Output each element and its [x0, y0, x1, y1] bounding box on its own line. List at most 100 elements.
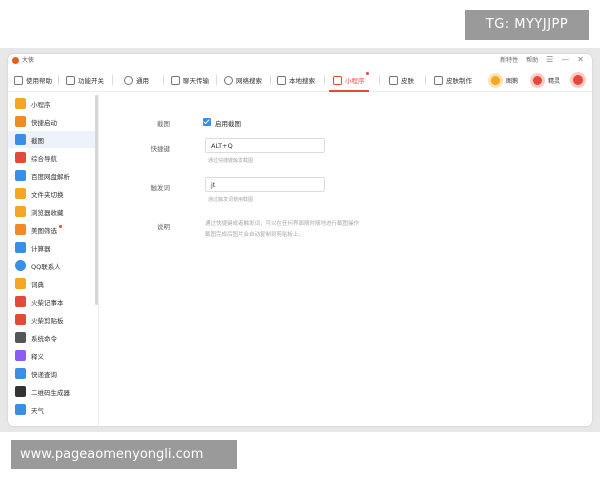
qq-icon — [15, 260, 26, 271]
hotkey-label: 快捷键 — [150, 145, 171, 153]
mini-program-icon — [15, 98, 26, 109]
tab-label: 功能开关 — [78, 77, 104, 85]
app-logo-icon — [12, 57, 19, 64]
tab-divider — [324, 75, 325, 85]
tab-mini-programs[interactable]: 小程序 — [329, 70, 369, 92]
sidebar-item-label: 释义 — [31, 352, 44, 361]
keyword-label: 触发词 — [150, 184, 171, 192]
calculator-icon — [15, 242, 26, 253]
sprite-icon — [530, 73, 545, 88]
terminal-icon — [15, 332, 26, 343]
web-search-icon — [224, 75, 233, 85]
sidebar-item-baidu-pan[interactable]: 百度网盘解析 — [8, 167, 98, 184]
sidebar-item-label: QQ联系人 — [31, 262, 61, 271]
new-features-link[interactable]: 新特性 — [500, 55, 518, 64]
notepad-icon — [15, 296, 26, 307]
titlebar: 大侠 新特性 帮助 ☰ — ✕ — [8, 54, 592, 67]
sidebar-item-system-commands[interactable]: 系统命令 — [8, 329, 98, 346]
sidebar-item-calculator[interactable]: 计算器 — [8, 239, 98, 256]
sidebar-item-notepad[interactable]: 火柴记事本 — [8, 293, 98, 310]
tab-label: 皮肤 — [401, 77, 414, 85]
cloud-icon — [15, 170, 26, 181]
enable-screenshot-checkbox[interactable] — [203, 118, 211, 126]
sidebar-item-label: 快捷启动 — [31, 118, 57, 127]
sidebar-item-quick-launch[interactable]: 快捷启动 — [8, 113, 98, 130]
truck-icon — [15, 368, 26, 379]
tab-label: 本地搜索 — [289, 77, 315, 85]
tab-label: 网络搜索 — [236, 77, 262, 85]
mini-program-icon — [333, 75, 342, 85]
avatar[interactable] — [570, 72, 586, 88]
tab-general[interactable]: 通用 — [124, 70, 149, 90]
hotkey-input[interactable] — [205, 138, 325, 153]
description-line: 截图完成后图片会自动复制到剪贴板上。 — [205, 232, 305, 238]
sidebar-item-folder-switch[interactable]: 文件夹切换 — [8, 185, 98, 202]
sidebar-item-mini-program[interactable]: 小程序 — [8, 95, 98, 112]
sprite-button[interactable]: 精灵 — [530, 73, 560, 88]
hotkey-hint: 通过快捷键触发截图 — [208, 158, 254, 164]
sidebar-scrollbar[interactable] — [95, 95, 98, 305]
sidebar-item-qrcode[interactable]: 二维码生成器 — [8, 383, 98, 400]
sidebar-item-label: 文件夹切换 — [31, 190, 64, 199]
new-dot — [365, 72, 369, 75]
sidebar-item-bookmarks[interactable]: 浏览器收藏 — [8, 203, 98, 220]
sidebar-item-weather[interactable]: 天气 — [8, 401, 98, 418]
sidebar-item-label: 浏览器收藏 — [31, 208, 64, 217]
new-dot — [59, 225, 62, 228]
description-text: 通过快捷键或者触发词，可以在任何界面随时随地进行截图操作 截图完成后图片会自动复… — [205, 219, 405, 241]
sidebar-item-label: 快递查询 — [31, 370, 57, 379]
tab-label: 使用帮助 — [26, 77, 52, 85]
sidebar-item-label: 天气 — [31, 406, 44, 415]
sidebar-item-label: 系统命令 — [31, 334, 57, 343]
tab-label: 皮肤制作 — [446, 77, 472, 85]
book-icon — [15, 278, 26, 289]
tue-button[interactable]: 图鹅 — [488, 73, 518, 88]
minimize-icon[interactable]: — — [561, 55, 569, 64]
tab-label: 聊天传输 — [183, 77, 209, 85]
sidebar-item-screenshot[interactable]: 截图 — [8, 131, 98, 148]
tab-divider — [425, 75, 426, 85]
watermark-bottom: www.pageaomenyongli.com — [11, 440, 237, 469]
tab-skin-maker[interactable]: 皮肤制作 — [434, 70, 472, 90]
sidebar-item-definition[interactable]: 释义 — [8, 347, 98, 364]
tab-local-search[interactable]: 本地搜索 — [277, 70, 315, 90]
sidebar-item-label: 综合导航 — [31, 154, 57, 163]
help-link[interactable]: 帮助 — [526, 55, 538, 64]
tab-web-search[interactable]: 网络搜索 — [224, 70, 262, 90]
tue-icon — [488, 73, 503, 88]
keyword-input[interactable] — [205, 177, 325, 192]
sidebar-item-label: 火柴记事本 — [31, 298, 64, 307]
titlebar-right: 新特性 帮助 ☰ — ✕ — [500, 55, 584, 64]
sidebar-item-label: 词典 — [31, 280, 44, 289]
scissors-icon — [15, 134, 26, 145]
tab-divider — [112, 75, 113, 85]
help-icon — [14, 75, 23, 85]
tab-label: 小程序 — [345, 77, 365, 85]
toggle-icon — [66, 75, 75, 85]
tab-skins[interactable]: 皮肤 — [389, 70, 414, 90]
screenshot-label: 截图 — [157, 120, 170, 128]
tab-feature-toggles[interactable]: 功能开关 — [66, 70, 104, 90]
close-icon[interactable]: ✕ — [577, 55, 584, 64]
tab-help[interactable]: 使用帮助 — [14, 70, 52, 90]
tab-divider — [379, 75, 380, 85]
sidebar-item-label: 小程序 — [31, 100, 51, 109]
tab-chat-transfer[interactable]: 聊天传输 — [171, 70, 209, 90]
image-icon — [15, 224, 26, 235]
sprite-label: 精灵 — [548, 78, 561, 85]
sidebar-item-express[interactable]: 快递查询 — [8, 365, 98, 382]
sidebar-item-image-filter[interactable]: 美图筛选 — [8, 221, 98, 238]
sidebar-item-clipboard[interactable]: 火柴剪贴板 — [8, 311, 98, 328]
chat-icon — [171, 75, 180, 85]
weather-icon — [15, 404, 26, 415]
sidebar-item-label: 截图 — [31, 136, 44, 145]
clipboard-icon — [15, 314, 26, 325]
description-label: 说明 — [157, 223, 170, 231]
menu-icon[interactable]: ☰ — [546, 55, 553, 64]
keyword-hint: 通过触发词使用截图 — [208, 197, 254, 203]
sidebar-item-qq-contacts[interactable]: QQ联系人 — [8, 257, 98, 274]
rocket-icon — [15, 116, 26, 127]
sidebar-item-navigation[interactable]: 综合导航 — [8, 149, 98, 166]
sidebar-item-label: 美图筛选 — [31, 226, 57, 235]
sidebar-item-dictionary[interactable]: 词典 — [8, 275, 98, 292]
